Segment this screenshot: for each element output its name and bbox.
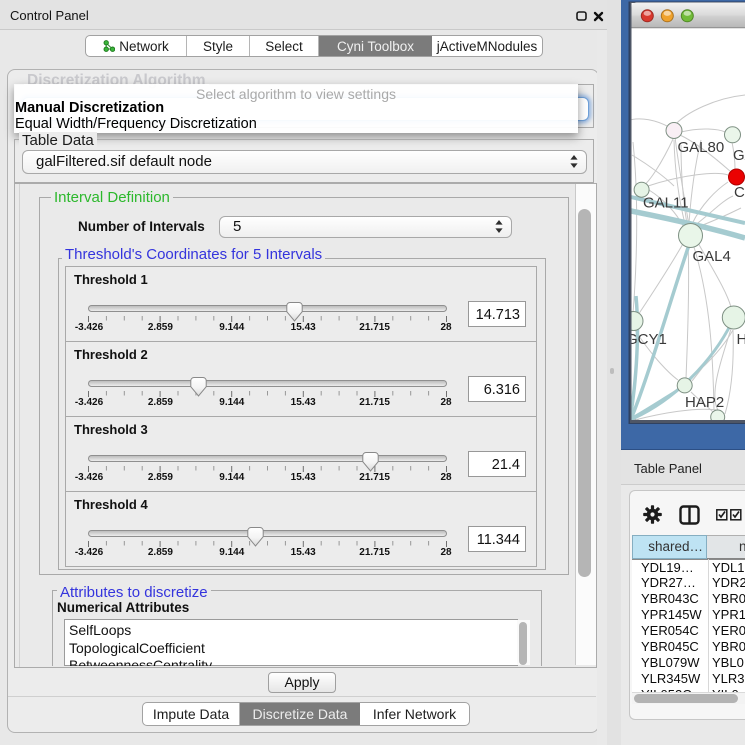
svg-text:GAL80: GAL80 [678,139,725,156]
svg-text:GA: GA [733,147,745,164]
svg-text:H: H [737,331,745,348]
svg-text:GAL4: GAL4 [693,248,731,265]
svg-text:GAL11: GAL11 [643,195,689,212]
svg-text:C: C [734,184,745,201]
svg-text:HAP2: HAP2 [685,394,724,411]
svg-text:GCY1: GCY1 [626,331,667,348]
